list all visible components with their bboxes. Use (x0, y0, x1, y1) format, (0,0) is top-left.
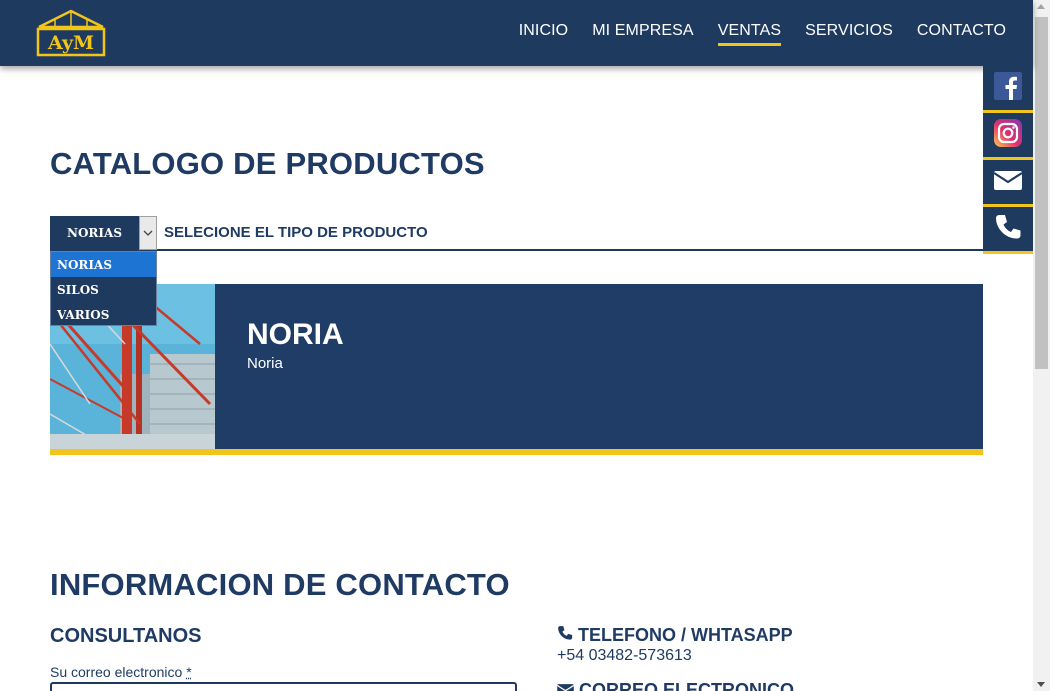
consult-heading: CONSULTANOS (50, 625, 202, 647)
email-button[interactable] (983, 160, 1033, 207)
email-field[interactable] (50, 682, 517, 691)
page-scrollbar[interactable] (1033, 0, 1050, 691)
catalog-title: CATALOGO DE PRODUCTOS (50, 146, 485, 181)
instagram-icon (994, 118, 1022, 152)
nav-ventas[interactable]: VENTAS (717, 22, 782, 46)
phone-value[interactable]: +54 03482-573613 (557, 647, 692, 665)
email-label: Su correo electronico * (50, 664, 192, 680)
nav-mi-empresa[interactable]: MI EMPRESA (592, 22, 693, 46)
mail-heading-text: CORREO ELECTRONICO (579, 680, 795, 691)
phone-heading: TELEFONO / WHTASAPP (557, 625, 793, 646)
product-type-select[interactable]: NORIAS (50, 216, 157, 250)
svg-text:AyM: AyM (47, 32, 94, 54)
facebook-button[interactable] (983, 66, 1033, 113)
site-header: AyM INICIO MI EMPRESA VENTAS SERVICIOS C… (0, 0, 1033, 66)
phone-heading-text: TELEFONO / WHTASAPP (578, 625, 793, 645)
product-type-dropdown: NORIAS SILOS VARIOS (50, 251, 157, 326)
select-value: NORIAS (67, 226, 122, 240)
option-varios[interactable]: VARIOS (51, 302, 156, 327)
product-card[interactable]: NORIA Noria (50, 284, 983, 455)
product-type-row: NORIAS SELECIONE EL TIPO DE PRODUCTO (50, 216, 983, 251)
select-label: SELECIONE EL TIPO DE PRODUCTO (164, 224, 428, 241)
envelope-icon (556, 680, 575, 691)
main-nav: INICIO MI EMPRESA VENTAS SERVICIOS CONTA… (519, 22, 1006, 46)
option-silos[interactable]: SILOS (51, 277, 156, 302)
contact-title: INFORMACION DE CONTACTO (50, 567, 510, 602)
nav-servicios[interactable]: SERVICIOS (805, 22, 893, 46)
nav-contacto[interactable]: CONTACTO (917, 22, 1006, 46)
mail-heading: CORREO ELECTRONICO (556, 680, 795, 691)
product-title: NORIA (247, 318, 344, 351)
scroll-down-icon[interactable] (1037, 682, 1045, 687)
scrollbar-thumb[interactable] (1035, 17, 1048, 369)
phone-icon (994, 213, 1022, 246)
required-mark: * (186, 664, 192, 680)
scroll-up-icon[interactable] (1037, 4, 1045, 9)
facebook-icon (994, 71, 1022, 105)
company-logo[interactable]: AyM (35, 9, 107, 59)
option-norias[interactable]: NORIAS (51, 252, 156, 277)
social-sidebar (983, 66, 1033, 254)
nav-inicio[interactable]: INICIO (519, 22, 569, 46)
phone-icon (557, 625, 573, 646)
envelope-icon (993, 169, 1023, 196)
email-label-text: Su correo electronico (50, 664, 183, 680)
instagram-button[interactable] (983, 113, 1033, 160)
phone-button[interactable] (983, 207, 1033, 254)
chevron-down-icon[interactable] (139, 216, 157, 250)
product-subtitle: Noria (247, 355, 283, 372)
